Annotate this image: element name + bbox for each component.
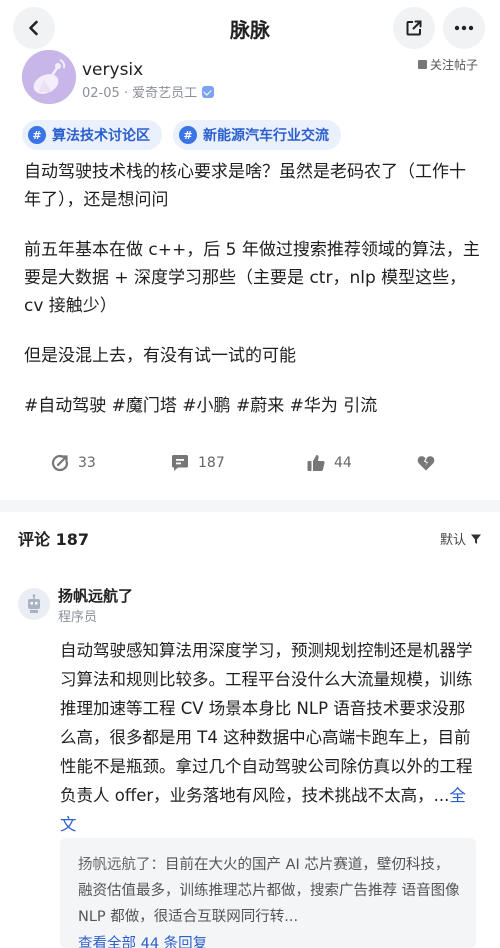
- sort-label: 默认: [439, 533, 466, 548]
- topic-tag[interactable]: # 新能源汽车行业交流: [173, 120, 341, 150]
- comments-header: 评论 187 默认: [18, 526, 484, 552]
- comment-text-body: 自动驾驶感知算法用深度学习，预测规划控制还是机器学习算法和规则比较多。工程平台没…: [60, 641, 473, 805]
- dislike-button[interactable]: [416, 448, 436, 478]
- commenter-avatar[interactable]: [18, 588, 50, 620]
- post-actions: 33 187 44: [0, 448, 500, 478]
- post-hashtags[interactable]: #自动驾驶 #魔门塔 #小鹏 #蔚来 #华为 引流: [24, 392, 480, 420]
- topic-tags: # 算法技术讨论区 # 新能源汽车行业交流: [22, 120, 341, 150]
- share-icon: [406, 20, 422, 36]
- satellite-avatar-icon: [22, 50, 76, 104]
- post-meta: 02-05 · 爱奇艺员工: [82, 82, 215, 101]
- commenter-role: 程序员: [58, 610, 98, 625]
- avatar[interactable]: [22, 50, 76, 104]
- hash-icon: #: [28, 126, 46, 144]
- follow-post-label: 关注帖子: [429, 58, 478, 72]
- post-paragraph: 但是没混上去，有没有试一试的可能: [24, 346, 296, 366]
- reply-preview[interactable]: 扬帆远航了：目前在大火的国产 AI 芯片赛道，壁仞科技，融资估值最多，训练推理芯…: [60, 838, 476, 948]
- robot-avatar-icon: [28, 594, 40, 613]
- repost-button[interactable]: 33: [50, 448, 96, 478]
- verified-badge-icon: [202, 85, 215, 98]
- filter-icon: [471, 534, 481, 544]
- follow-post-button[interactable]: 关注帖子: [417, 56, 478, 73]
- post-paragraph: 前五年基本在做 c++，后 5 年做过搜索推荐领域的算法，主要是大数据 + 深度…: [24, 240, 480, 316]
- repost-icon: [51, 454, 69, 472]
- post-content: 自动驾驶技术栈的核心要求是啥？虽然是老码农了（工作十年了），还是想问问 前五年基…: [24, 158, 480, 442]
- author-name[interactable]: verysix: [82, 60, 143, 80]
- topic-tag-label: 新能源汽车行业交流: [203, 128, 329, 144]
- more-button[interactable]: [443, 7, 485, 49]
- post-meta-text: 02-05 · 爱奇艺员工: [82, 86, 198, 101]
- topic-tag[interactable]: # 算法技术讨论区: [22, 120, 162, 150]
- share-button[interactable]: [393, 7, 435, 49]
- like-button[interactable]: 44: [306, 448, 352, 478]
- hash-icon: #: [179, 126, 197, 144]
- topic-tag-label: 算法技术讨论区: [52, 128, 150, 144]
- top-bar: 脉脉: [0, 0, 500, 56]
- post-paragraph: 自动驾驶技术栈的核心要求是啥？虽然是老码农了（工作十年了），还是想问问: [24, 162, 466, 210]
- thumbs-up-icon: [307, 455, 325, 471]
- more-dots-icon: [454, 25, 474, 31]
- view-all-replies-link[interactable]: 查看全部 44 条回复: [78, 932, 462, 948]
- comments-title: 评论 187: [18, 530, 89, 549]
- follow-icon: [417, 60, 427, 69]
- section-divider: [0, 500, 500, 512]
- comment-count: 187: [198, 455, 225, 471]
- commenter-name[interactable]: 扬帆远航了: [58, 585, 133, 606]
- comment-button[interactable]: 187: [170, 448, 225, 478]
- reply-text: 扬帆远航了：目前在大火的国产 AI 芯片赛道，壁仞科技，融资估值最多，训练推理芯…: [78, 852, 462, 930]
- repost-count: 33: [78, 455, 96, 471]
- comment-text: 自动驾驶感知算法用深度学习，预测规划控制还是机器学习算法和规则比较多。工程平台没…: [60, 636, 480, 839]
- comment-icon: [172, 455, 188, 471]
- broken-heart-icon: [417, 456, 435, 471]
- like-count: 44: [334, 455, 352, 471]
- sort-dropdown[interactable]: 默认: [440, 529, 482, 548]
- post-header: verysix 02-05 · 爱奇艺员工 关注帖子: [22, 50, 482, 116]
- reply-author: 扬帆远航了：: [78, 857, 165, 873]
